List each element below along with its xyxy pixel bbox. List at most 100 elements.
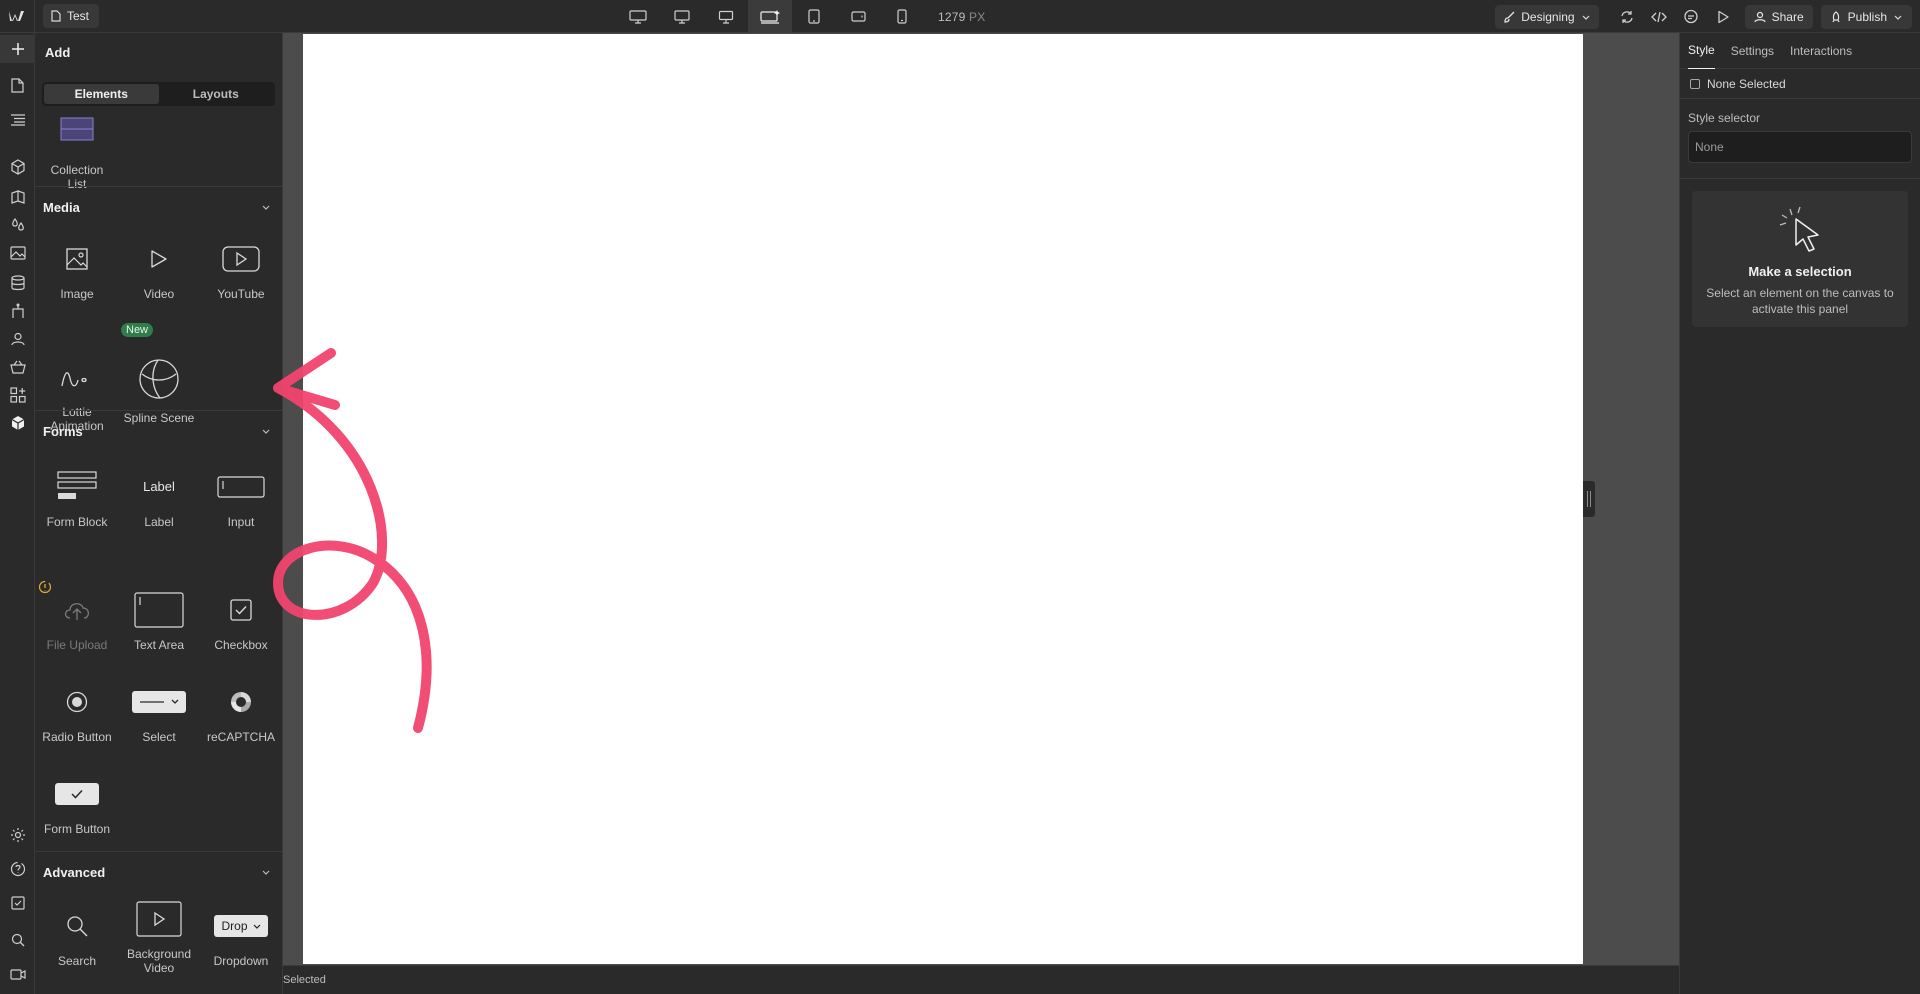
element-label: Background <box>126 947 192 961</box>
help-icon <box>10 861 25 877</box>
style-selector-input[interactable]: None <box>1688 131 1912 163</box>
element-file-upload[interactable]: File Upload <box>36 588 118 652</box>
element-youtube[interactable]: YouTube <box>200 237 282 301</box>
add-panel-tabs: Elements Layouts <box>42 82 275 106</box>
components-button[interactable] <box>0 153 35 181</box>
apps-icon <box>9 387 26 403</box>
apps-button[interactable] <box>0 381 35 409</box>
element-label: YouTube <box>217 287 265 301</box>
breakpoint-desktop-l[interactable] <box>660 0 704 33</box>
ecommerce-button[interactable] <box>0 353 35 381</box>
element-form-block[interactable]: Form Block <box>36 465 118 529</box>
breakpoint-base-desktop[interactable] <box>748 0 792 33</box>
breakpoint-desktop[interactable] <box>704 0 748 33</box>
variables-button[interactable] <box>0 183 35 211</box>
3d-app-button[interactable] <box>0 409 35 437</box>
element-label: File Upload <box>46 638 108 652</box>
preview-button[interactable] <box>1707 0 1739 33</box>
assets-button[interactable] <box>0 239 35 267</box>
comments-button[interactable] <box>1675 0 1707 33</box>
breakpoint-tablet[interactable] <box>792 0 836 33</box>
tab-interactions[interactable]: Interactions <box>1790 33 1852 69</box>
help-button[interactable] <box>0 855 35 883</box>
tab-layouts[interactable]: Layouts <box>159 84 274 104</box>
section-advanced[interactable]: Advanced <box>35 851 282 891</box>
element-label: Image <box>60 287 94 301</box>
element-label: Form Button <box>43 822 111 836</box>
share-button[interactable]: Share <box>1744 4 1813 29</box>
element-label: Video <box>143 961 175 975</box>
element-label[interactable]: Label Label <box>118 465 200 530</box>
page-selector-button[interactable]: Test <box>43 4 100 28</box>
pages-button[interactable] <box>0 71 35 99</box>
element-background-video[interactable]: Background Video <box>118 897 200 975</box>
breakpoint-mobile-portrait[interactable] <box>880 0 924 33</box>
flow-icon <box>11 303 24 318</box>
canvas-resize-handle[interactable] <box>1583 481 1595 517</box>
tab-style[interactable]: Style <box>1688 33 1715 69</box>
canvas-width-readout[interactable]: 1279 PX <box>938 10 985 24</box>
audit-button[interactable] <box>0 889 35 917</box>
sync-button[interactable] <box>1611 0 1643 33</box>
search-button[interactable] <box>0 926 35 954</box>
desktop-xl-icon <box>629 9 647 24</box>
style-manager-button[interactable] <box>0 211 35 239</box>
label-preview-text: Label <box>143 479 175 494</box>
breakpoint-mobile-landscape[interactable] <box>836 0 880 33</box>
element-text-area[interactable]: Text Area <box>118 588 200 652</box>
breakpoint-switcher: 1279 PX <box>616 0 985 33</box>
selection-indicator: None Selected <box>1680 69 1920 99</box>
publish-label: Publish <box>1847 9 1887 24</box>
element-collection-list[interactable]: Collection List <box>36 113 118 191</box>
canvas-width-value: 1279 <box>938 9 966 24</box>
sync-icon <box>1620 10 1633 23</box>
canvas-width-unit: PX <box>969 9 986 24</box>
element-form-button[interactable]: Form Button <box>36 772 118 836</box>
left-toolbar <box>0 33 35 994</box>
breakpoint-desktop-xl[interactable] <box>616 0 660 33</box>
empty-state-title: Make a selection <box>1748 264 1852 279</box>
element-image[interactable]: Image <box>36 237 118 301</box>
settings-button[interactable] <box>0 821 35 849</box>
variables-icon <box>10 190 25 204</box>
new-badge: New <box>121 323 154 337</box>
tab-elements[interactable]: Elements <box>44 84 159 104</box>
page-icon <box>11 77 24 93</box>
navigator-button[interactable] <box>0 106 35 134</box>
element-search[interactable]: Search <box>36 904 118 968</box>
element-video[interactable]: Video <box>118 237 200 301</box>
element-radio-button[interactable]: Radio Button <box>36 680 118 744</box>
canvas-area <box>273 33 1679 965</box>
page-name: Test <box>67 9 90 23</box>
webflow-logo-icon[interactable] <box>0 0 35 33</box>
base-desktop-icon <box>760 9 780 24</box>
select-icon <box>132 691 186 713</box>
desktop-l-icon <box>674 9 690 24</box>
add-panel-button[interactable] <box>0 35 35 63</box>
tab-settings[interactable]: Settings <box>1731 33 1774 69</box>
code-export-button[interactable] <box>1643 0 1675 33</box>
element-label: Video <box>143 287 175 301</box>
element-label: Dropdown <box>213 954 269 968</box>
code-icon <box>1650 11 1667 22</box>
video-tutorials-button[interactable] <box>0 960 35 988</box>
section-media[interactable]: Media <box>35 186 282 226</box>
drops-icon <box>11 217 24 231</box>
youtube-icon <box>222 246 260 272</box>
cms-button[interactable] <box>0 269 35 297</box>
share-label: Share <box>1771 9 1804 24</box>
gear-icon <box>10 828 25 842</box>
radio-icon <box>66 691 88 713</box>
empty-state-card: Make a selection Select an element on th… <box>1692 191 1908 327</box>
play-icon <box>151 250 167 268</box>
logic-button[interactable] <box>0 297 35 325</box>
element-select[interactable]: Select <box>118 680 200 744</box>
collection-list-icon <box>60 117 94 141</box>
plus-icon <box>11 43 24 55</box>
chevron-down-icon <box>262 870 270 875</box>
database-icon <box>10 275 25 291</box>
mode-dropdown[interactable]: Designing <box>1495 4 1599 29</box>
publish-button[interactable]: Publish <box>1820 4 1912 29</box>
element-dropdown[interactable]: Drop Dropdown <box>200 904 282 968</box>
users-button[interactable] <box>0 325 35 353</box>
